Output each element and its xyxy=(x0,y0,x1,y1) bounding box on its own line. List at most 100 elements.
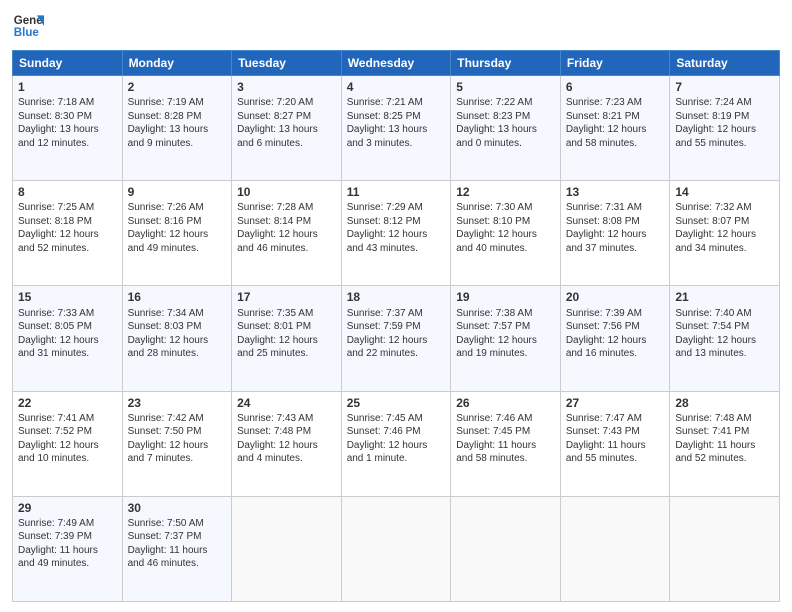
day-number: 4 xyxy=(347,79,446,95)
daylight-text: Daylight: 12 hours and 52 minutes. xyxy=(18,229,99,254)
sunset-text: Sunset: 8:30 PM xyxy=(18,111,92,122)
day-number: 3 xyxy=(237,79,336,95)
sunrise-text: Sunrise: 7:49 AM xyxy=(18,518,94,529)
calendar-cell xyxy=(560,496,670,601)
sunrise-text: Sunrise: 7:19 AM xyxy=(128,97,204,108)
sunrise-text: Sunrise: 7:22 AM xyxy=(456,97,532,108)
daylight-text: Daylight: 12 hours and 31 minutes. xyxy=(18,335,99,360)
calendar-cell: 12Sunrise: 7:30 AMSunset: 8:10 PMDayligh… xyxy=(451,181,561,286)
day-number: 24 xyxy=(237,395,336,411)
day-number: 11 xyxy=(347,184,446,200)
daylight-text: Daylight: 13 hours and 6 minutes. xyxy=(237,124,318,149)
day-number: 26 xyxy=(456,395,555,411)
header-day: Wednesday xyxy=(341,51,451,76)
sunrise-text: Sunrise: 7:20 AM xyxy=(237,97,313,108)
sunrise-text: Sunrise: 7:32 AM xyxy=(675,202,751,213)
daylight-text: Daylight: 12 hours and 25 minutes. xyxy=(237,335,318,360)
header-row: SundayMondayTuesdayWednesdayThursdayFrid… xyxy=(13,51,780,76)
day-number: 27 xyxy=(566,395,665,411)
calendar-cell: 27 Sunrise: 7:47 AM Sunset: 7:43 PM Dayligh… xyxy=(560,391,670,496)
sunset-text: Sunset: 7:50 PM xyxy=(128,426,202,437)
logo: General Blue xyxy=(12,10,46,42)
header-day: Saturday xyxy=(670,51,780,76)
week-row: 1Sunrise: 7:18 AMSunset: 8:30 PMDaylight… xyxy=(13,76,780,181)
sunrise-text: Sunrise: 7:39 AM xyxy=(566,308,642,319)
sunrise-text: Sunrise: 7:40 AM xyxy=(675,308,751,319)
day-number: 22 xyxy=(18,395,117,411)
sunset-text: Sunset: 8:21 PM xyxy=(566,111,640,122)
day-number: 15 xyxy=(18,289,117,305)
sunset-text: Sunset: 7:48 PM xyxy=(237,426,311,437)
calendar-cell: 13Sunrise: 7:31 AMSunset: 8:08 PMDayligh… xyxy=(560,181,670,286)
sunrise-text: Sunrise: 7:31 AM xyxy=(566,202,642,213)
day-number: 20 xyxy=(566,289,665,305)
sunset-text: Sunset: 8:07 PM xyxy=(675,216,749,227)
sunset-text: Sunset: 7:39 PM xyxy=(18,531,92,542)
header-day: Sunday xyxy=(13,51,123,76)
day-number: 25 xyxy=(347,395,446,411)
sunset-text: Sunset: 8:16 PM xyxy=(128,216,202,227)
svg-text:Blue: Blue xyxy=(14,27,40,39)
header-day: Friday xyxy=(560,51,670,76)
sunset-text: Sunset: 7:45 PM xyxy=(456,426,530,437)
calendar-cell: 8Sunrise: 7:25 AMSunset: 8:18 PMDaylight… xyxy=(13,181,123,286)
calendar-table: SundayMondayTuesdayWednesdayThursdayFrid… xyxy=(12,50,780,602)
calendar-cell: 4Sunrise: 7:21 AMSunset: 8:25 PMDaylight… xyxy=(341,76,451,181)
sunrise-text: Sunrise: 7:47 AM xyxy=(566,413,642,424)
calendar-cell xyxy=(451,496,561,601)
calendar-cell: 2Sunrise: 7:19 AMSunset: 8:28 PMDaylight… xyxy=(122,76,232,181)
sunset-text: Sunset: 7:56 PM xyxy=(566,321,640,332)
calendar-cell: 28Sunrise: 7:48 AMSunset: 7:41 PMDayligh… xyxy=(670,391,780,496)
day-number: 6 xyxy=(566,79,665,95)
sunset-text: Sunset: 8:23 PM xyxy=(456,111,530,122)
daylight-text: Daylight: 13 hours and 3 minutes. xyxy=(347,124,428,149)
daylight-text: Daylight: 12 hours and 55 minutes. xyxy=(675,124,756,149)
day-number: 16 xyxy=(128,289,227,305)
sunrise-text: Sunrise: 7:50 AM xyxy=(128,518,204,529)
sunset-text: Sunset: 7:57 PM xyxy=(456,321,530,332)
daylight-text: Daylight: 11 hours and 58 minutes. xyxy=(456,440,536,465)
header: General Blue xyxy=(12,10,780,42)
day-number: 23 xyxy=(128,395,227,411)
daylight-text: Daylight: 12 hours and 13 minutes. xyxy=(675,335,756,360)
sunrise-text: Sunrise: 7:37 AM xyxy=(347,308,423,319)
calendar-cell: 24Sunrise: 7:43 AMSunset: 7:48 PMDayligh… xyxy=(232,391,342,496)
calendar-cell: 23Sunrise: 7:42 AMSunset: 7:50 PMDayligh… xyxy=(122,391,232,496)
sunset-text: Sunset: 8:14 PM xyxy=(237,216,311,227)
daylight-text: Daylight: 13 hours and 9 minutes. xyxy=(128,124,209,149)
day-number: 18 xyxy=(347,289,446,305)
daylight-text: Daylight: 12 hours and 28 minutes. xyxy=(128,335,209,360)
daylight-text: Daylight: 13 hours and 12 minutes. xyxy=(18,124,99,149)
calendar-cell: 14Sunrise: 7:32 AMSunset: 8:07 PMDayligh… xyxy=(670,181,780,286)
calendar-cell: 16Sunrise: 7:34 AMSunset: 8:03 PMDayligh… xyxy=(122,286,232,391)
logo-icon: General Blue xyxy=(12,10,44,42)
sunrise-text: Sunrise: 7:43 AM xyxy=(237,413,313,424)
calendar-cell: 29Sunrise: 7:49 AMSunset: 7:39 PMDayligh… xyxy=(13,496,123,601)
calendar-cell: 7Sunrise: 7:24 AMSunset: 8:19 PMDaylight… xyxy=(670,76,780,181)
week-row: 22Sunrise: 7:41 AMSunset: 7:52 PMDayligh… xyxy=(13,391,780,496)
sunrise-text: Sunrise: 7:42 AM xyxy=(128,413,204,424)
calendar-cell: 26Sunrise: 7:46 AMSunset: 7:45 PMDayligh… xyxy=(451,391,561,496)
daylight-text: Daylight: 13 hours and 0 minutes. xyxy=(456,124,537,149)
sunrise-text: Sunrise: 7:34 AM xyxy=(128,308,204,319)
sunset-text: Sunset: 7:43 PM xyxy=(566,426,640,437)
sunset-text: Sunset: 8:12 PM xyxy=(347,216,421,227)
sunrise-text: Sunrise: 7:48 AM xyxy=(675,413,751,424)
calendar-cell xyxy=(670,496,780,601)
day-number: 30 xyxy=(128,500,227,516)
daylight-text: Daylight: 12 hours and 22 minutes. xyxy=(347,335,428,360)
sunrise-text: Sunrise: 7:38 AM xyxy=(456,308,532,319)
calendar-cell: 15Sunrise: 7:33 AMSunset: 8:05 PMDayligh… xyxy=(13,286,123,391)
sunset-text: Sunset: 7:46 PM xyxy=(347,426,421,437)
sunset-text: Sunset: 8:19 PM xyxy=(675,111,749,122)
week-row: 29Sunrise: 7:49 AMSunset: 7:39 PMDayligh… xyxy=(13,496,780,601)
calendar-cell: 18Sunrise: 7:37 AMSunset: 7:59 PMDayligh… xyxy=(341,286,451,391)
calendar-cell: 6Sunrise: 7:23 AMSunset: 8:21 PMDaylight… xyxy=(560,76,670,181)
calendar-cell: 17Sunrise: 7:35 AMSunset: 8:01 PMDayligh… xyxy=(232,286,342,391)
calendar-cell xyxy=(341,496,451,601)
daylight-text: Daylight: 11 hours and 46 minutes. xyxy=(128,545,208,570)
daylight-text: Daylight: 11 hours and 55 minutes. xyxy=(566,440,646,465)
sunset-text: Sunset: 8:01 PM xyxy=(237,321,311,332)
sunrise-text: Sunrise: 7:28 AM xyxy=(237,202,313,213)
day-number: 9 xyxy=(128,184,227,200)
